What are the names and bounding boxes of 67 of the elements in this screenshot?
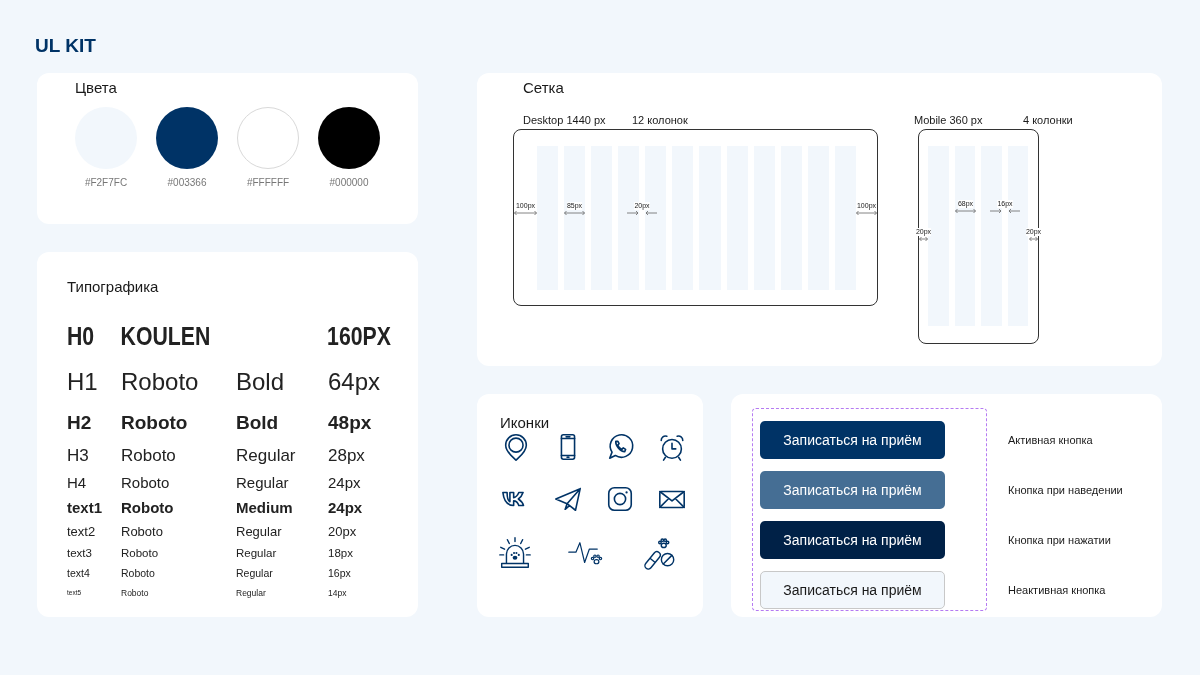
font-name: Roboto — [121, 587, 150, 598]
font-size-value: 18px — [328, 546, 354, 559]
style-name: text2 — [67, 523, 97, 539]
font-name: Roboto — [121, 474, 171, 491]
style-name: H2 — [67, 411, 93, 434]
dimension-arrow — [514, 210, 537, 216]
style-name: H4 — [67, 474, 88, 491]
color-code: #003366 — [167, 177, 207, 188]
column-count: 12 колонок — [632, 113, 688, 127]
font-weight-name: Regular — [236, 546, 278, 559]
section-title: Иконки — [500, 414, 551, 432]
font-weight-name: Bold — [236, 368, 286, 396]
page-title: UL KIT — [35, 35, 97, 57]
style-name: text1 — [67, 499, 104, 516]
font-weight-name: Regular — [236, 523, 283, 539]
style-name: text3 — [67, 546, 93, 559]
font-size-value: 48px — [328, 411, 373, 434]
font-size-value: 20px — [328, 523, 358, 539]
font-size-value: 24px — [328, 499, 364, 516]
column-count: 4 колонки — [1023, 113, 1073, 127]
font-name: KOULEN — [120, 321, 212, 351]
font-weight-name: Bold — [236, 411, 280, 434]
layout-name: Desktop 1440 px — [523, 113, 607, 127]
style-name: H3 — [67, 445, 90, 466]
state-caption: Активная кнопка — [1008, 433, 1094, 448]
font-name: Roboto — [121, 546, 160, 559]
font-size-value: 64px — [328, 368, 382, 396]
section-title: Цвета — [75, 79, 118, 97]
appointment-button[interactable]: Записаться на приём — [760, 521, 945, 559]
alarm-clock-icon — [657, 432, 687, 462]
font-size-value: 16px — [328, 567, 352, 579]
dimension-arrow — [955, 208, 976, 214]
inward-arrows — [990, 208, 1020, 214]
color-code: #000000 — [329, 177, 369, 188]
appointment-button[interactable]: Записаться на приём — [760, 471, 945, 509]
style-name: H1 — [67, 368, 99, 396]
dimension-arrow — [564, 210, 585, 216]
font-name: Roboto — [121, 523, 164, 539]
font-name: Roboto — [121, 411, 189, 434]
dimension-arrow — [856, 210, 877, 216]
section-title: Сетка — [523, 79, 565, 97]
font-name: Roboto — [121, 445, 177, 466]
inward-arrows — [627, 210, 657, 216]
state-caption: Кнопка при нажатии — [1008, 533, 1112, 548]
style-name: H0 — [67, 321, 96, 351]
font-weight-name: Regular — [236, 587, 267, 598]
font-weight-name: Regular — [236, 445, 297, 466]
style-name: text4 — [67, 567, 91, 579]
font-name: Roboto — [121, 499, 175, 516]
color-code: #F2F7FC — [84, 177, 128, 188]
font-size-value: 14px — [328, 587, 348, 598]
section-title: Типографика — [67, 278, 160, 296]
font-size-value: 28px — [328, 445, 366, 466]
font-name: Roboto — [121, 567, 156, 579]
font-weight-name: Medium — [236, 499, 294, 516]
font-name: Roboto — [121, 368, 200, 396]
dimension-arrow — [1029, 236, 1038, 242]
font-weight-name: Regular — [236, 474, 290, 491]
font-weight-name: Regular — [236, 567, 274, 579]
state-caption: Неактивная кнопка — [1008, 583, 1107, 598]
color-code: #FFFFFF — [246, 177, 290, 188]
font-size-value: 24px — [328, 474, 362, 491]
dimension-arrow — [919, 236, 928, 242]
appointment-button[interactable]: Записаться на приём — [760, 421, 945, 459]
state-caption: Кнопка при наведении — [1008, 483, 1123, 498]
camera-icon — [605, 484, 635, 514]
layout-name: Mobile 360 px — [914, 113, 984, 127]
